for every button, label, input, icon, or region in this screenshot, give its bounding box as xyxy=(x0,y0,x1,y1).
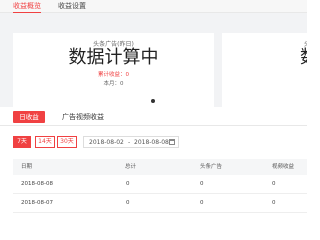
range-30-days-button[interactable]: 30天 xyxy=(57,136,77,148)
column-header-toutiao-ads: 头条广告 xyxy=(200,164,223,170)
cell-date: 2018-08-08 xyxy=(21,181,53,187)
table-header: 日期 总计 头条广告 视频收益 xyxy=(13,159,307,175)
card-value: 数据计算中 xyxy=(68,47,159,68)
tab-daily-income[interactable]: 日收益 xyxy=(13,111,45,123)
start-date: 2018-08-02 xyxy=(89,139,124,146)
column-header-video-income: 视频收益 xyxy=(272,164,295,170)
tab-income-settings[interactable]: 收益设置 xyxy=(58,1,86,11)
calendar-icon xyxy=(169,139,175,145)
carousel-dot[interactable] xyxy=(151,99,155,103)
column-header-date: 日期 xyxy=(21,164,33,170)
cell-video-income: 0 xyxy=(272,200,276,206)
cell-date: 2018-08-07 xyxy=(21,200,53,206)
range-7-days-button[interactable]: 7天 xyxy=(13,136,31,148)
income-carousel[interactable]: 头条广告(昨日) 数据计算中 累计收益：0 本月：0 头条 数据 xyxy=(0,13,307,107)
card-total-income: 累计收益：0 xyxy=(98,72,129,78)
cell-toutiao-ads: 0 xyxy=(200,200,204,206)
date-range-picker[interactable]: 2018-08-02 - 2018-08-08 xyxy=(83,136,179,148)
tab-ad-video-income[interactable]: 广告视频收益 xyxy=(62,111,104,123)
end-date: 2018-08-08 xyxy=(134,139,169,146)
top-nav: 收益概览 收益设置 xyxy=(0,0,307,13)
cell-total: 0 xyxy=(126,200,130,206)
table-row: 2018-08-07 0 0 0 xyxy=(13,195,307,213)
card-month-income: 本月：0 xyxy=(103,81,124,87)
tab-income-overview[interactable]: 收益概览 xyxy=(13,1,41,13)
filter-bar: 7天 14天 30天 2018-08-02 - 2018-08-08 xyxy=(0,135,307,151)
cell-video-income: 0 xyxy=(272,181,276,187)
cell-toutiao-ads: 0 xyxy=(200,181,204,187)
income-card-ads: 头条广告(昨日) 数据计算中 累计收益：0 本月：0 xyxy=(13,33,214,107)
card-value: 数据 xyxy=(300,47,307,69)
column-header-total: 总计 xyxy=(125,164,137,170)
date-separator: - xyxy=(128,139,131,146)
table-row: 2018-08-08 0 0 0 xyxy=(13,176,307,194)
range-14-days-button[interactable]: 14天 xyxy=(35,136,55,148)
income-card-next[interactable]: 头条 数据 xyxy=(222,33,307,107)
cell-total: 0 xyxy=(126,181,130,187)
income-type-tabs: 日收益 广告视频收益 xyxy=(0,109,307,126)
